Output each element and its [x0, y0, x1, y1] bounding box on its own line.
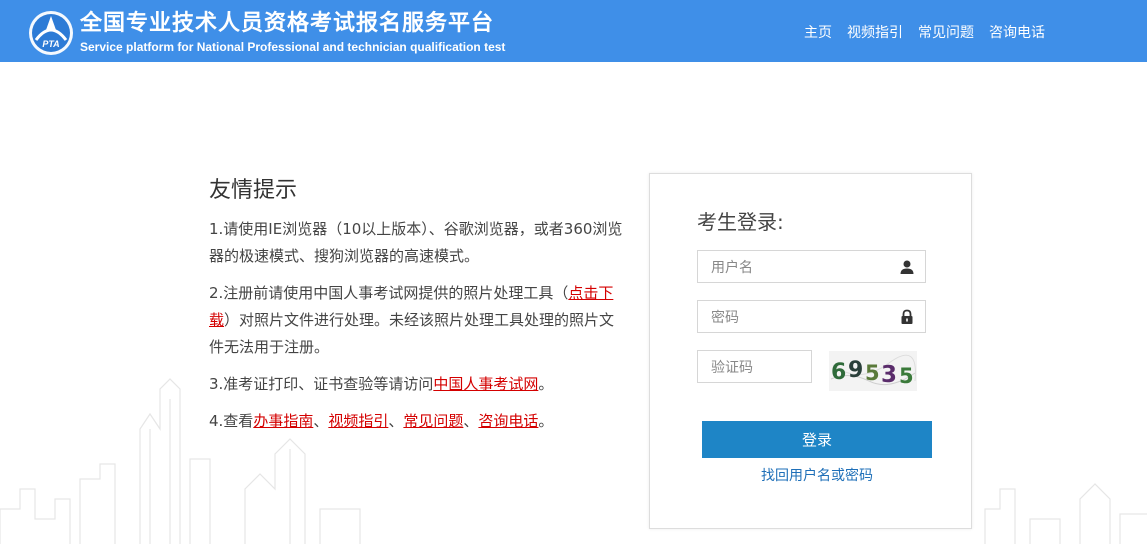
nav-home[interactable]: 主页 [804, 22, 832, 42]
tips-section: 友情提示 1.请使用IE浏览器（10以上版本）、谷歌浏览器，或者360浏览器的极… [209, 172, 629, 445]
captcha-field[interactable] [697, 350, 812, 384]
tip3-text-pre: 3.准考证打印、证书查验等请访问 [209, 375, 434, 393]
nav-hotline[interactable]: 咨询电话 [989, 22, 1045, 42]
login-panel: 考生登录: 6 9 5 3 5 登录 找回用户名或密码 [649, 173, 972, 529]
separator: 、 [313, 412, 329, 430]
site-subtitle: Service platform for National Profession… [80, 40, 506, 54]
nav-faq[interactable]: 常见问题 [918, 22, 974, 42]
tips-title: 友情提示 [209, 178, 298, 203]
captcha-char: 9 [848, 358, 863, 383]
username-input[interactable] [709, 251, 893, 284]
hotline-link[interactable]: 咨询电话 [478, 412, 538, 430]
tip4-text-pre: 4.查看 [209, 412, 254, 430]
tip3-text-post: 。 [538, 375, 554, 393]
tip2-text-pre: 2.注册前请使用中国人事考试网提供的照片处理工具（ [209, 284, 569, 302]
tip-admission: 3.准考证打印、证书查验等请访问中国人事考试网。 [209, 371, 629, 398]
captcha-char: 5 [865, 361, 880, 385]
site-title: 全国专业技术人员资格考试报名服务平台 [80, 11, 495, 36]
login-button[interactable]: 登录 [702, 421, 932, 458]
pta-logo: PTA [29, 11, 73, 55]
captcha-char: 6 [831, 360, 846, 385]
captcha-input[interactable] [709, 351, 808, 384]
separator: 、 [388, 412, 404, 430]
user-icon [900, 260, 914, 274]
password-field[interactable] [697, 300, 926, 334]
lock-icon [901, 309, 913, 324]
video-guide-link[interactable]: 视频指引 [328, 412, 388, 430]
forgot-credentials-link[interactable]: 找回用户名或密码 [702, 465, 932, 485]
login-title: 考生登录: [697, 210, 784, 234]
captcha-char: 5 [899, 364, 914, 388]
tip4-text-post: 。 [538, 412, 554, 430]
password-input[interactable] [709, 301, 893, 334]
header-bar: PTA 全国专业技术人员资格考试报名服务平台 Service platform … [0, 0, 1147, 62]
nav-video-guide[interactable]: 视频指引 [847, 22, 903, 42]
tip-browser: 1.请使用IE浏览器（10以上版本）、谷歌浏览器，或者360浏览器的极速模式、搜… [209, 220, 623, 265]
tip2-text-post: ）对照片文件进行处理。未经该照片处理工具处理的照片文件无法用于注册。 [209, 311, 615, 356]
logo-text: PTA [42, 39, 59, 49]
captcha-image[interactable]: 6 9 5 3 5 [829, 351, 917, 391]
captcha-char: 3 [881, 362, 897, 388]
tip-links: 4.查看办事指南、视频指引、常见问题、咨询电话。 [209, 408, 629, 435]
top-nav: 主页 视频指引 常见问题 咨询电话 [804, 22, 1045, 42]
faq-link[interactable]: 常见问题 [403, 412, 463, 430]
tip-photo-tool: 2.注册前请使用中国人事考试网提供的照片处理工具（点击下载）对照片文件进行处理。… [209, 280, 629, 361]
cpta-link[interactable]: 中国人事考试网 [433, 375, 538, 393]
username-field[interactable] [697, 250, 926, 284]
separator: 、 [463, 412, 479, 430]
guide-link[interactable]: 办事指南 [253, 412, 313, 430]
